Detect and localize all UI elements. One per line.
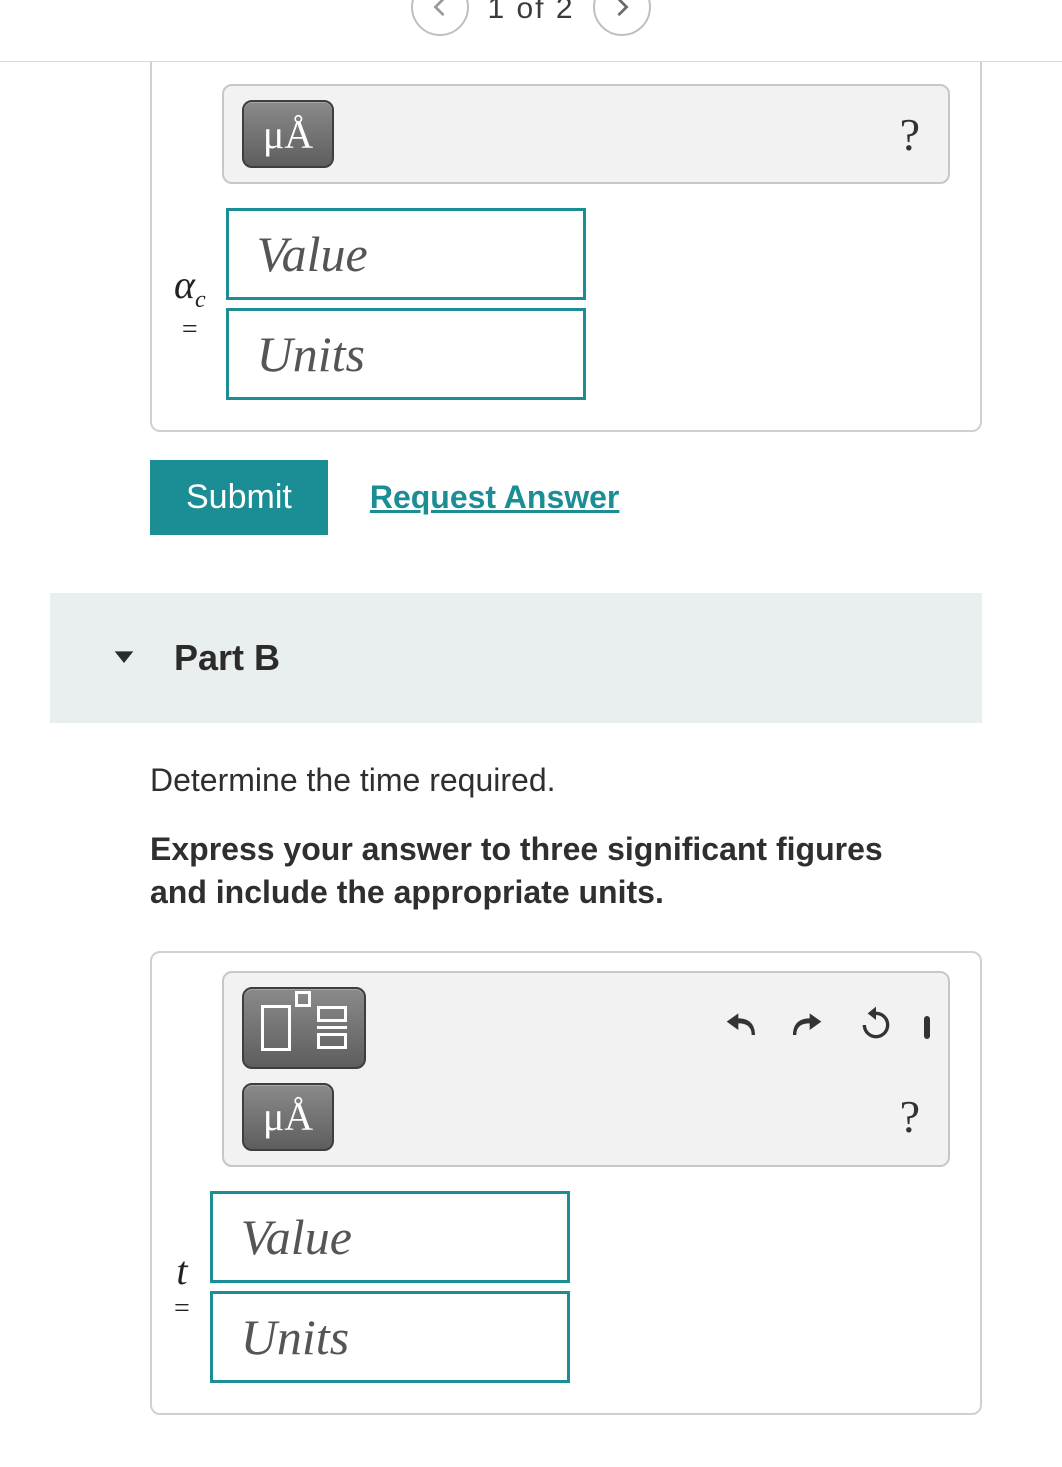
value-input-a[interactable]: Value bbox=[226, 208, 586, 300]
variable-label-b: t = bbox=[174, 1251, 190, 1323]
caret-down-icon bbox=[110, 642, 138, 675]
answer-panel-b: μÅ ? t = Value Units bbox=[150, 951, 982, 1415]
answer-panel-a: μÅ ? αc = Value Units bbox=[150, 62, 982, 432]
reset-button[interactable] bbox=[856, 1005, 896, 1050]
variable-label-a: αc = bbox=[174, 265, 206, 344]
value-input-b[interactable]: Value bbox=[210, 1191, 570, 1283]
toolbar-b: μÅ ? bbox=[222, 971, 950, 1167]
keyboard-button[interactable] bbox=[924, 1019, 930, 1037]
pager: 1 of 2 bbox=[0, 0, 1062, 62]
keyboard-icon bbox=[924, 1016, 930, 1039]
prev-page-button[interactable] bbox=[411, 0, 469, 36]
next-page-button[interactable] bbox=[593, 0, 651, 36]
templates-tool-button[interactable] bbox=[242, 987, 366, 1069]
undo-icon bbox=[720, 1005, 760, 1045]
part-b-instructions: Express your answer to three significant… bbox=[150, 828, 902, 914]
equation-row-b: t = Value Units bbox=[174, 1191, 950, 1383]
help-button-b[interactable]: ? bbox=[890, 1090, 930, 1143]
part-b-prompt: Determine the time required. bbox=[150, 759, 902, 802]
equation-row-a: αc = Value Units bbox=[174, 208, 950, 400]
redo-icon bbox=[788, 1005, 828, 1045]
undo-button[interactable] bbox=[720, 1005, 760, 1050]
toolbar-a: μÅ ? bbox=[222, 84, 950, 184]
chevron-right-icon bbox=[611, 0, 633, 18]
units-tool-button[interactable]: μÅ bbox=[242, 100, 334, 168]
page-indicator: 1 of 2 bbox=[487, 0, 574, 26]
chevron-left-icon bbox=[429, 0, 451, 18]
units-input-b[interactable]: Units bbox=[210, 1291, 570, 1383]
units-input-a[interactable]: Units bbox=[226, 308, 586, 400]
actions-a: Submit Request Answer bbox=[150, 460, 982, 535]
part-b-header[interactable]: Part B bbox=[50, 593, 982, 723]
help-button[interactable]: ? bbox=[890, 108, 930, 161]
units-tool-button-b[interactable]: μÅ bbox=[242, 1083, 334, 1151]
request-answer-link[interactable]: Request Answer bbox=[370, 479, 620, 516]
redo-button[interactable] bbox=[788, 1005, 828, 1050]
submit-button[interactable]: Submit bbox=[150, 460, 328, 535]
part-b-title: Part B bbox=[174, 637, 280, 679]
reset-icon bbox=[856, 1005, 896, 1045]
